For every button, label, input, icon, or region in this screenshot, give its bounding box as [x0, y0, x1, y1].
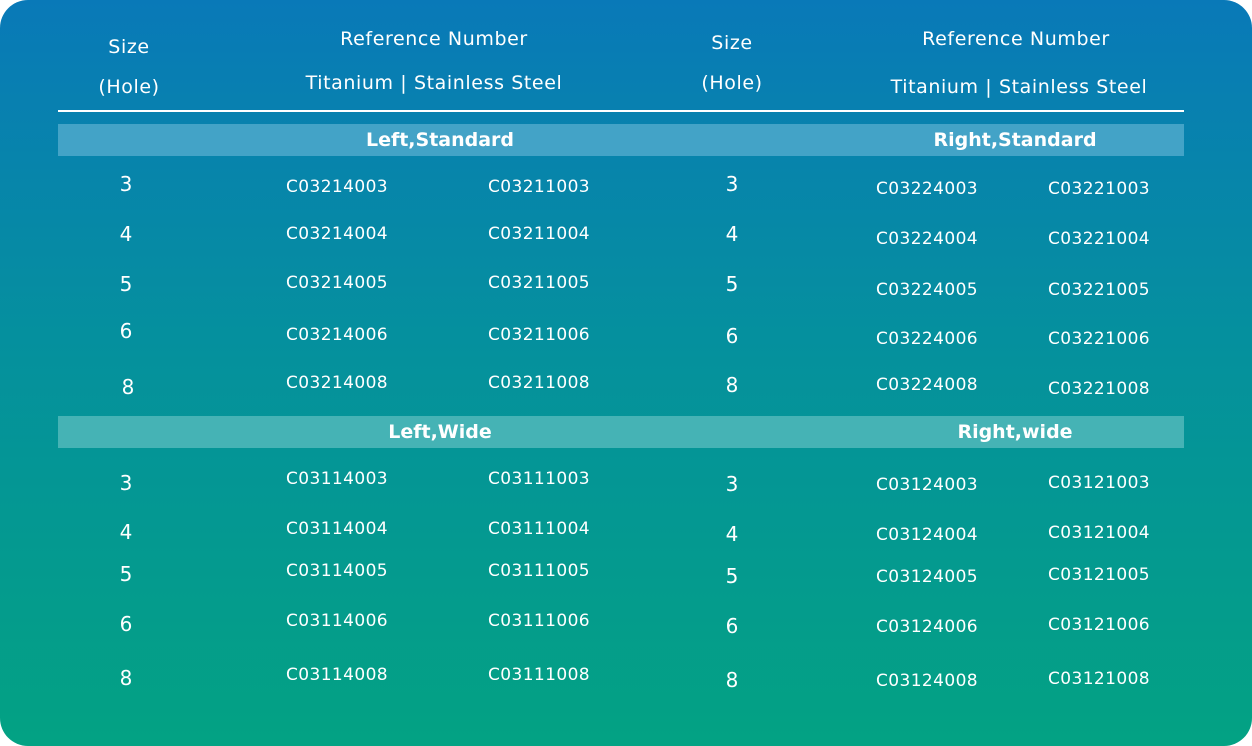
titanium-ref-cell: C03224006	[876, 329, 978, 349]
size-cell: 4	[119, 520, 133, 544]
steel-ref-cell: C03221004	[1048, 229, 1150, 249]
size-header-line2-right: (Hole)	[701, 72, 763, 94]
header-divider	[58, 110, 1184, 112]
size-cell: 6	[725, 614, 739, 638]
size-cell: 8	[119, 666, 133, 690]
standard-section-band: Left,Standard Right,Standard	[58, 124, 1184, 156]
size-cell: 3	[119, 471, 133, 495]
left-wide-title: Left,Wide	[388, 421, 492, 443]
titanium-ref-cell: C03224004	[876, 229, 978, 249]
steel-ref-cell: C03121006	[1048, 615, 1150, 635]
steel-ref-cell: C03211004	[488, 224, 590, 244]
reference-table-card: Size (Hole) Reference Number Titanium | …	[0, 0, 1252, 746]
reference-header-line2-right: Titanium | Stainless Steel	[890, 76, 1148, 98]
size-cell: 5	[725, 564, 739, 588]
size-cell: 6	[725, 324, 739, 348]
titanium-ref-cell: C03114004	[286, 519, 388, 539]
titanium-ref-cell: C03224005	[876, 280, 978, 300]
titanium-ref-cell: C03224008	[876, 375, 978, 395]
titanium-ref-cell: C03114006	[286, 611, 388, 631]
titanium-ref-cell: C03124003	[876, 475, 978, 495]
steel-ref-cell: C03221003	[1048, 179, 1150, 199]
steel-ref-cell: C03121008	[1048, 669, 1150, 689]
size-cell: 5	[725, 272, 739, 296]
steel-ref-cell: C03111006	[488, 611, 590, 631]
steel-ref-cell: C03111003	[488, 469, 590, 489]
titanium-ref-cell: C03114005	[286, 561, 388, 581]
size-cell: 5	[119, 272, 133, 296]
steel-ref-cell: C03121004	[1048, 523, 1150, 543]
right-standard-title: Right,Standard	[933, 129, 1097, 151]
steel-ref-cell: C03221006	[1048, 329, 1150, 349]
titanium-ref-cell: C03124006	[876, 617, 978, 637]
steel-ref-cell: C03121003	[1048, 473, 1150, 493]
size-header-line2-left: (Hole)	[98, 76, 160, 98]
titanium-ref-cell: C03124005	[876, 567, 978, 587]
right-wide-title: Right,wide	[957, 421, 1073, 443]
steel-ref-cell: C03221005	[1048, 280, 1150, 300]
size-header-line1-left: Size	[108, 36, 150, 58]
titanium-ref-cell: C03214005	[286, 273, 388, 293]
size-cell: 3	[725, 172, 739, 196]
steel-ref-cell: C03211006	[488, 325, 590, 345]
steel-ref-cell: C03111004	[488, 519, 590, 539]
titanium-ref-cell: C03214006	[286, 325, 388, 345]
left-standard-title: Left,Standard	[365, 129, 515, 151]
size-cell: 4	[725, 222, 739, 246]
size-cell: 8	[725, 668, 739, 692]
size-cell: 5	[119, 562, 133, 586]
steel-ref-cell: C03211005	[488, 273, 590, 293]
titanium-ref-cell: C03214004	[286, 224, 388, 244]
steel-ref-cell: C03111008	[488, 665, 590, 685]
titanium-ref-cell: C03214003	[286, 177, 388, 197]
size-cell: 3	[119, 172, 133, 196]
size-cell: 6	[119, 319, 133, 343]
titanium-ref-cell: C03114003	[286, 469, 388, 489]
size-header-line1-right: Size	[711, 32, 753, 54]
titanium-ref-cell: C03214008	[286, 373, 388, 393]
titanium-ref-cell: C03124008	[876, 671, 978, 691]
wide-section-band: Left,Wide Right,wide	[58, 416, 1184, 448]
size-cell: 4	[725, 522, 739, 546]
titanium-ref-cell: C03224003	[876, 179, 978, 199]
titanium-ref-cell: C03124004	[876, 525, 978, 545]
steel-ref-cell: C03121005	[1048, 565, 1150, 585]
reference-header-line1-right: Reference Number	[922, 28, 1110, 50]
steel-ref-cell: C03221008	[1048, 379, 1150, 399]
steel-ref-cell: C03111005	[488, 561, 590, 581]
titanium-ref-cell: C03114008	[286, 665, 388, 685]
steel-ref-cell: C03211008	[488, 373, 590, 393]
size-cell: 4	[119, 222, 133, 246]
reference-header-line2-left: Titanium | Stainless Steel	[305, 72, 563, 94]
size-cell: 6	[119, 612, 133, 636]
size-cell: 8	[725, 373, 739, 397]
steel-ref-cell: C03211003	[488, 177, 590, 197]
size-cell: 8	[121, 375, 135, 399]
reference-header-line1-left: Reference Number	[340, 28, 528, 50]
size-cell: 3	[725, 472, 739, 496]
